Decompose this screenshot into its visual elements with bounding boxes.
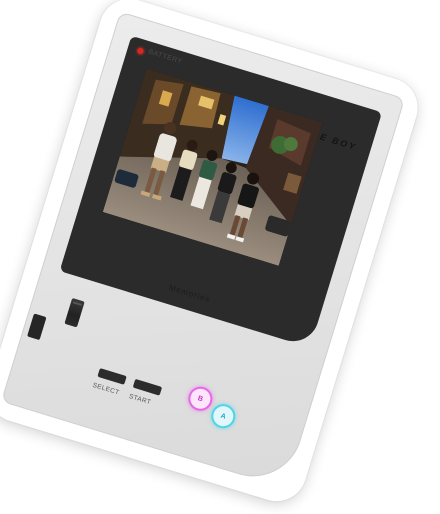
b-button[interactable]: B <box>185 383 216 414</box>
device-sticker: BATTERY GAME BOY Memories SELECT START B… <box>0 0 426 509</box>
b-button-label: B <box>196 394 204 403</box>
start-label: START <box>127 392 152 407</box>
battery-label: BATTERY <box>147 48 184 66</box>
stage: BATTERY GAME BOY Memories SELECT START B… <box>0 0 440 514</box>
screen <box>102 68 323 266</box>
start-button[interactable] <box>132 378 163 396</box>
dpad-left-right[interactable] <box>27 313 47 341</box>
group-photo <box>102 68 323 266</box>
screen-bezel: BATTERY GAME BOY Memories <box>59 35 383 348</box>
select-label: SELECT <box>91 381 121 397</box>
a-button[interactable]: A <box>208 401 239 432</box>
power-led-icon <box>136 47 145 55</box>
a-button-label: A <box>219 412 227 421</box>
dpad-up-down[interactable] <box>64 297 85 328</box>
select-button[interactable] <box>97 368 127 385</box>
game-boy-device: BATTERY GAME BOY Memories SELECT START B… <box>0 11 406 489</box>
